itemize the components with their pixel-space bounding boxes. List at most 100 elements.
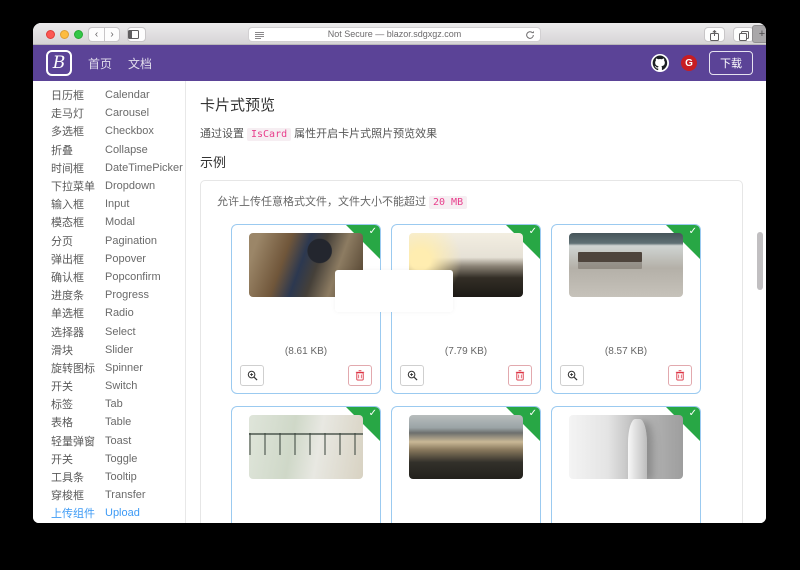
- preview-button[interactable]: [240, 365, 264, 386]
- minimize-window-button[interactable]: [60, 29, 69, 39]
- sidebar-item[interactable]: 单选框 Radio: [33, 304, 185, 322]
- upload-tip-text: 允许上传任意格式文件，文件大小不能超过: [217, 196, 426, 208]
- back-button[interactable]: ‹: [88, 26, 104, 42]
- sidebar-item[interactable]: 穿梭框 Transfer: [33, 486, 185, 504]
- tabs-icon: [738, 30, 749, 41]
- sidebar-item[interactable]: 滑块 Slider: [33, 341, 185, 359]
- sidebar-item[interactable]: 模态框 Modal: [33, 213, 185, 231]
- sidebar-item[interactable]: 输入框 Input: [33, 195, 185, 213]
- sidebar-item-label-en: Radio: [105, 307, 134, 320]
- delete-button[interactable]: [508, 365, 532, 386]
- zoom-in-icon: [247, 370, 258, 381]
- reader-icon[interactable]: [255, 31, 264, 40]
- sidebar-item[interactable]: 开关 Toggle: [33, 450, 185, 468]
- upload-card[interactable]: ✓ (… KB): [551, 406, 701, 523]
- share-icon: [710, 29, 719, 41]
- sidebar-item[interactable]: 上传组件 Upload: [33, 504, 185, 522]
- sidebar-item[interactable]: 日历框 Calendar: [33, 86, 185, 104]
- app-header-right: G 下载: [651, 51, 753, 75]
- sidebar-item-label-zh: 走马灯: [51, 108, 84, 121]
- sidebar-item[interactable]: 表格 Table: [33, 413, 185, 431]
- sidebar-item[interactable]: 走马灯 Carousel: [33, 104, 185, 122]
- sidebar-item[interactable]: 下拉菜单 Dropdown: [33, 177, 185, 195]
- forward-button[interactable]: ›: [104, 26, 120, 42]
- sidebar-item-label-en: Modal: [105, 216, 135, 229]
- sidebar-item-label-zh: 多选框: [51, 126, 84, 139]
- sidebar-item-label-zh: 工具条: [51, 472, 84, 485]
- sidebar-item-label-en: Collapse: [105, 143, 148, 156]
- sidebar-item-label-en: Toggle: [105, 452, 138, 465]
- new-tab-button[interactable]: +: [752, 25, 766, 43]
- sidebar-item-label-en: Tooltip: [105, 471, 137, 484]
- sidebar-item[interactable]: 旋转图标 Spinner: [33, 359, 185, 377]
- app-logo[interactable]: B: [46, 50, 72, 76]
- sidebar-item-label-zh: 表格: [51, 417, 73, 430]
- upload-thumbnail[interactable]: [569, 233, 683, 297]
- zoom-window-button[interactable]: [74, 29, 83, 39]
- sidebar-item-label-en: Popconfirm: [105, 270, 161, 283]
- url-text: Not Secure — blazor.sdgxgz.com: [327, 29, 462, 39]
- upload-card-list: ✓ (8.61 KB) ✓ (7.79 KB) ✓ (8.57 KB) ✓ ✓ …: [231, 224, 726, 523]
- sidebar-item[interactable]: 标签 Tab: [33, 395, 185, 413]
- sidebar-item[interactable]: 弹出框 Popover: [33, 250, 185, 268]
- page-description: 通过设置 IsCard 属性开启卡片式照片预览效果: [200, 125, 743, 141]
- upload-thumbnail[interactable]: [409, 415, 523, 479]
- sidebar-item-label-zh: 分页: [51, 235, 73, 248]
- sidebar-item[interactable]: 分页 Pagination: [33, 232, 185, 250]
- sidebar-item-label-en: Calendar: [105, 89, 150, 102]
- file-size-label: (8.57 KB): [604, 346, 648, 357]
- app-nav: 首页 文档: [88, 55, 152, 72]
- browser-titlebar: ‹ › Not Secure — blazor.sdgxgz.com +: [33, 23, 766, 45]
- github-icon[interactable]: [651, 54, 669, 72]
- app-nav-link[interactable]: 首页: [88, 55, 112, 72]
- sidebar-item-label-zh: 开关: [51, 453, 73, 466]
- file-size-label: (7.79 KB): [444, 346, 488, 357]
- empty-tooltip-overlay: [335, 270, 453, 312]
- check-icon: ✓: [528, 408, 537, 419]
- delete-button[interactable]: [348, 365, 372, 386]
- sidebar-item[interactable]: 工具条 Tooltip: [33, 468, 185, 486]
- share-button[interactable]: [704, 26, 725, 42]
- sidebar-item[interactable]: 进度条 Progress: [33, 286, 185, 304]
- sidebar-item-label-en: Spinner: [105, 361, 143, 374]
- download-button[interactable]: 下载: [709, 51, 753, 75]
- sidebar-item-label-en: Carousel: [105, 107, 150, 120]
- sidebar-item[interactable]: 折叠 Collapse: [33, 141, 185, 159]
- check-icon: ✓: [368, 226, 377, 237]
- app-nav-link[interactable]: 文档: [128, 55, 152, 72]
- address-bar[interactable]: Not Secure — blazor.sdgxgz.com: [248, 26, 541, 42]
- sidebar-toggle-button[interactable]: [127, 26, 146, 42]
- history-nav-group: ‹ ›: [88, 26, 120, 42]
- upload-card[interactable]: ✓ (8.57 KB): [551, 224, 701, 394]
- app-header: B 首页 文档 G 下载: [33, 45, 766, 81]
- sidebar-item[interactable]: 时间框 DateTimePicker: [33, 159, 185, 177]
- gitee-icon[interactable]: G: [681, 55, 697, 71]
- reload-icon[interactable]: [525, 30, 535, 40]
- upload-thumbnail[interactable]: [569, 415, 683, 479]
- sidebar-item[interactable]: 选择器 Select: [33, 322, 185, 340]
- upload-tip: 允许上传任意格式文件，文件大小不能超过 20 MB: [217, 193, 726, 209]
- sidebar-item[interactable]: 多选框 Checkbox: [33, 122, 185, 140]
- upload-card[interactable]: ✓ (… KB): [391, 406, 541, 523]
- iscard-code-chip: IsCard: [247, 128, 292, 141]
- tab-overview-button[interactable]: [733, 26, 754, 42]
- delete-button[interactable]: [668, 365, 692, 386]
- sidebar-item[interactable]: 开关 Switch: [33, 377, 185, 395]
- upload-thumbnail[interactable]: [249, 415, 363, 479]
- page-scrollbar[interactable]: [757, 232, 763, 290]
- preview-button[interactable]: [400, 365, 424, 386]
- sidebar-item[interactable]: 轻量弹窗 Toast: [33, 432, 185, 450]
- sidebar-item-label-zh: 穿梭框: [51, 490, 84, 503]
- sidebar-item-label-zh: 单选框: [51, 308, 84, 321]
- sidebar-item[interactable]: 确认框 Popconfirm: [33, 268, 185, 286]
- sidebar-item-label-zh: 滑块: [51, 344, 73, 357]
- example-heading: 示例: [200, 155, 227, 170]
- component-sidebar: 日历框 Calendar 走马灯 Carousel 多选框 Checkbox 折…: [33, 81, 186, 523]
- card-actions: [240, 365, 372, 386]
- sidebar-item-label-zh: 开关: [51, 381, 73, 394]
- sidebar-item-label-zh: 输入框: [51, 199, 84, 212]
- trash-icon: [355, 370, 365, 381]
- upload-card[interactable]: ✓ (… KB): [231, 406, 381, 523]
- close-window-button[interactable]: [46, 29, 55, 39]
- preview-button[interactable]: [560, 365, 584, 386]
